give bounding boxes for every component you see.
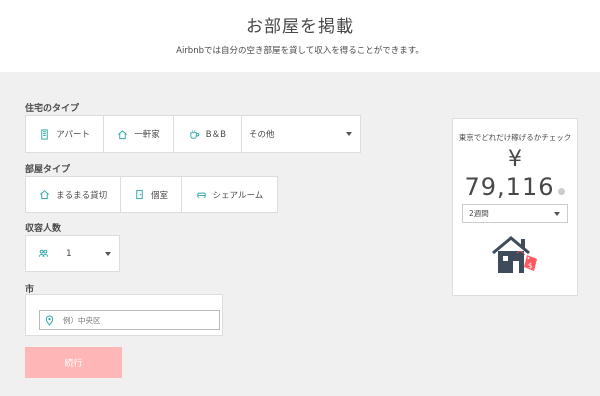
city-input[interactable]: 例）中央区 [39,310,220,330]
couch-icon [196,189,207,200]
house-with-price-tag-icon: $ [491,233,543,281]
home-type-house-button[interactable]: 一軒家 [104,116,174,152]
room-type-private-label: 個室 [151,190,169,201]
home-type-label: 住宅のタイプ [25,104,80,114]
room-type-entire-button[interactable]: まるまる貸切 [26,177,122,212]
city-field-container: 例）中央区 [25,294,223,336]
room-type-label: 部屋タイプ [25,165,71,175]
room-type-shared-button[interactable]: シェアルーム [181,177,277,212]
chevron-down-icon [105,251,111,256]
map-pin-icon [44,315,55,326]
room-type-group: まるまる貸切 個室 シェアルーム [25,176,278,213]
page-header: お部屋を掲載 Airbnbでは自分の空き部屋を貸して収入を得ることができます。 [0,0,600,72]
guests-label: 収容人数 [25,224,62,234]
city-placeholder: 例）中央区 [63,315,101,325]
house-icon [117,129,128,140]
info-icon[interactable] [558,187,566,195]
period-value: 2週間 [469,209,489,218]
room-type-private-button[interactable]: 個室 [121,177,182,212]
svg-text:$: $ [528,262,532,270]
coffee-cup-icon [189,129,200,140]
earnings-card: 東京でどれだけ稼げるかチェック ¥ 79,116 2週間 $ [452,118,578,296]
home-type-bnb-label: B＆B [205,130,226,140]
earnings-title: 東京でどれだけ稼げるかチェック [458,133,572,142]
home-type-apartment-label: アパート [56,130,91,140]
people-icon [38,248,49,259]
home-type-bnb-button[interactable]: B＆B [173,116,242,152]
guests-select[interactable]: 1 [25,235,120,272]
home-type-group: アパート 一軒家 B＆B [25,115,242,153]
chevron-down-icon [554,211,560,216]
room-type-entire-label: まるまる貸切 [56,190,108,201]
house-icon [39,189,50,200]
door-icon [134,189,145,200]
room-type-shared-label: シェアルーム [212,190,264,201]
currency-symbol: ¥ [508,147,522,172]
home-type-other-value: その他 [249,130,275,140]
page-title: お部屋を掲載 [246,17,354,37]
building-icon [39,128,50,140]
home-type-house-label: 一軒家 [134,130,160,140]
home-type-apartment-button[interactable]: アパート [26,116,105,152]
period-select[interactable]: 2週間 [462,204,568,223]
guests-value: 1 [66,248,72,259]
earnings-amount-row: 79,116 [453,173,577,201]
continue-button[interactable]: 続行 [25,347,122,378]
chevron-down-icon [346,132,352,136]
page-subtitle: Airbnbでは自分の空き部屋を貸して収入を得ることができます。 [176,46,424,56]
earnings-amount: 79,116 [464,173,555,201]
home-type-other-select[interactable]: その他 [241,115,361,153]
